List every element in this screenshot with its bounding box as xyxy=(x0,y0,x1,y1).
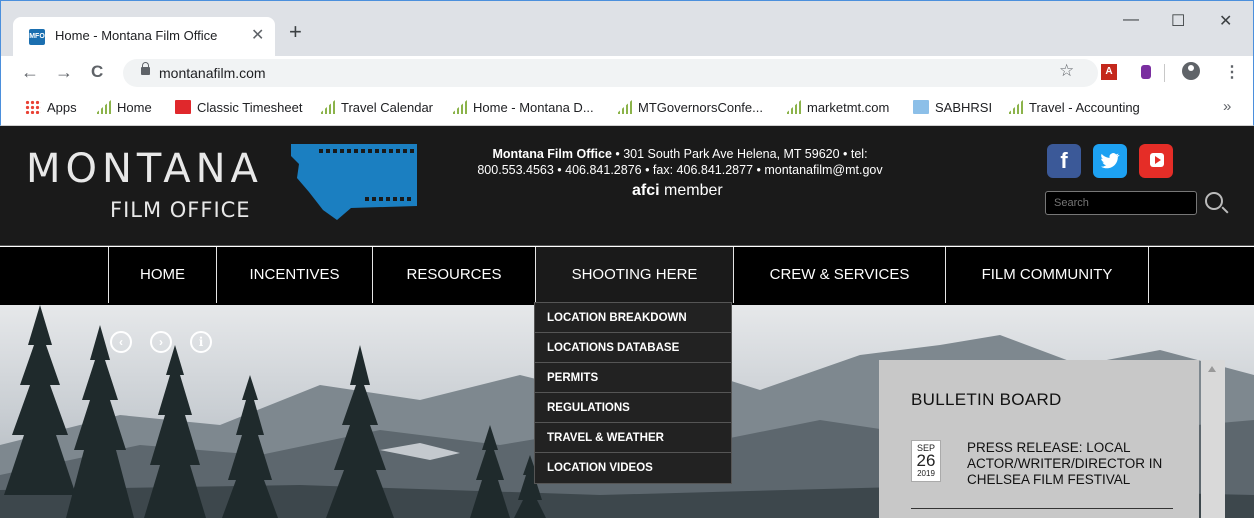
twitter-bird-icon xyxy=(1101,153,1120,169)
tab-close-icon[interactable]: ✕ xyxy=(251,25,264,45)
bookmarks-bar: Apps Home Classic Timesheet Travel Calen… xyxy=(0,90,1254,126)
bookmark-mtgovernors[interactable]: MTGovernorsConfe... xyxy=(616,100,763,115)
bookmark-travel-calendar[interactable]: Travel Calendar xyxy=(319,100,433,115)
slideshow-info-button[interactable]: i xyxy=(190,331,212,353)
logo-title[interactable]: MONTANA xyxy=(26,146,263,192)
bookmark-marketmt[interactable]: marketmt.com xyxy=(785,100,889,115)
nav-home[interactable]: HOME xyxy=(108,247,216,303)
back-arrow-icon[interactable]: ← xyxy=(21,62,39,82)
browser-menu-icon[interactable]: ⋮ xyxy=(1224,62,1240,82)
pdf-extension-icon[interactable]: A xyxy=(1101,64,1117,80)
search-icon[interactable] xyxy=(1205,192,1223,210)
nav-crew-services[interactable]: CREW & SERVICES xyxy=(733,247,945,303)
contact-name: Montana Film Office xyxy=(492,147,612,161)
main-navigation: HOME INCENTIVES RESOURCES SHOOTING HERE … xyxy=(0,247,1254,305)
site-favicon-icon: MFO xyxy=(29,29,45,45)
bookmark-bars-icon xyxy=(616,100,632,114)
menu-item-location-videos[interactable]: LOCATION VIDEOS xyxy=(535,453,731,483)
bookmarks-overflow-icon[interactable]: » xyxy=(1223,98,1231,115)
bookmark-home-montana[interactable]: Home - Montana D... xyxy=(451,100,594,115)
timesheet-icon xyxy=(175,100,191,114)
contact-info: Montana Film Office • 301 South Park Ave… xyxy=(430,146,930,178)
bulletin-scrollbar[interactable] xyxy=(1201,360,1225,518)
shooting-here-dropdown: LOCATION BREAKDOWN LOCATIONS DATABASE PE… xyxy=(534,302,732,484)
reload-icon[interactable]: C xyxy=(91,62,103,82)
bookmark-bars-icon xyxy=(319,100,335,114)
youtube-icon[interactable] xyxy=(1139,144,1173,178)
profile-icon[interactable] xyxy=(1182,62,1200,80)
bookmark-bars-icon xyxy=(95,100,111,114)
bookmark-bars-icon xyxy=(785,100,801,114)
url-text[interactable]: montanafilm.com xyxy=(159,65,266,81)
nav-film-community[interactable]: FILM COMMUNITY xyxy=(945,247,1149,303)
afci-member-badge[interactable]: afci member xyxy=(632,182,723,200)
bookmark-star-icon[interactable]: ☆ xyxy=(1059,61,1074,81)
post-date-badge: SEP 26 2019 xyxy=(911,440,941,482)
scroll-up-arrow-icon[interactable] xyxy=(1208,366,1216,372)
menu-item-location-breakdown[interactable]: LOCATION BREAKDOWN xyxy=(535,303,731,333)
sabhrsi-icon xyxy=(913,100,929,114)
bookmark-bars-icon xyxy=(1007,100,1023,114)
browser-tab[interactable]: MFO Home - Montana Film Office ✕ xyxy=(13,17,275,57)
browser-toolbar: ← → C montanafilm.com ☆ A ⋮ xyxy=(0,56,1254,90)
site-search-input[interactable] xyxy=(1045,191,1197,215)
post-year: 2019 xyxy=(917,469,935,478)
extension-icon[interactable] xyxy=(1141,65,1151,79)
address-bar[interactable]: montanafilm.com xyxy=(123,59,1098,87)
window-close-icon[interactable]: ✕ xyxy=(1219,11,1232,31)
bookmark-bars-icon xyxy=(451,100,467,114)
bookmark-travel-accounting[interactable]: Travel - Accounting xyxy=(1007,100,1140,115)
toolbar-divider xyxy=(1164,64,1165,82)
lock-icon xyxy=(141,62,150,75)
minimize-icon[interactable]: — xyxy=(1123,11,1139,29)
logo-subtitle[interactable]: FILM OFFICE xyxy=(110,198,251,222)
post-day: 26 xyxy=(916,451,936,470)
nav-incentives[interactable]: INCENTIVES xyxy=(216,247,372,303)
bookmark-classic-timesheet[interactable]: Classic Timesheet xyxy=(175,100,302,115)
browser-tab-strip: MFO Home - Montana Film Office ✕ + — ☐ ✕ xyxy=(0,0,1254,57)
site-header: MONTANA FILM OFFICE Montana Film Office … xyxy=(0,126,1254,246)
bulletin-post-link[interactable]: PRESS RELEASE: LOCAL ACTOR/WRITER/DIRECT… xyxy=(967,440,1187,488)
menu-item-travel-weather[interactable]: TRAVEL & WEATHER xyxy=(535,423,731,453)
forward-arrow-icon[interactable]: → xyxy=(55,62,73,82)
contact-address: • 301 South Park Ave Helena, MT 59620 • … xyxy=(611,147,868,161)
slideshow-next-button[interactable]: › xyxy=(150,331,172,353)
new-tab-button[interactable]: + xyxy=(289,21,302,43)
menu-item-permits[interactable]: PERMITS xyxy=(535,363,731,393)
bulletin-divider xyxy=(911,508,1173,509)
maximize-icon[interactable]: ☐ xyxy=(1171,11,1185,31)
bookmark-apps[interactable]: Apps xyxy=(25,100,77,115)
apps-icon xyxy=(25,100,41,114)
youtube-play-icon xyxy=(1150,153,1164,167)
tab-title: Home - Montana Film Office xyxy=(55,28,218,43)
bookmark-sabhrsi[interactable]: SABHRSI xyxy=(913,100,992,115)
menu-item-locations-database[interactable]: LOCATIONS DATABASE xyxy=(535,333,731,363)
slideshow-prev-button[interactable]: ‹ xyxy=(110,331,132,353)
nav-shooting-here[interactable]: SHOOTING HERE xyxy=(535,247,733,303)
menu-item-regulations[interactable]: REGULATIONS xyxy=(535,393,731,423)
contact-phones[interactable]: 800.553.4563 • 406.841.2876 • fax: 406.8… xyxy=(477,163,882,177)
twitter-icon[interactable] xyxy=(1093,144,1127,178)
bookmark-home[interactable]: Home xyxy=(95,100,152,115)
montana-map-logo[interactable] xyxy=(289,142,419,222)
facebook-icon[interactable]: f xyxy=(1047,144,1081,178)
bulletin-title: BULLETIN BOARD xyxy=(911,390,1062,409)
bulletin-board: BULLETIN BOARD SEP 26 2019 PRESS RELEASE… xyxy=(879,360,1199,518)
nav-resources[interactable]: RESOURCES xyxy=(372,247,535,303)
